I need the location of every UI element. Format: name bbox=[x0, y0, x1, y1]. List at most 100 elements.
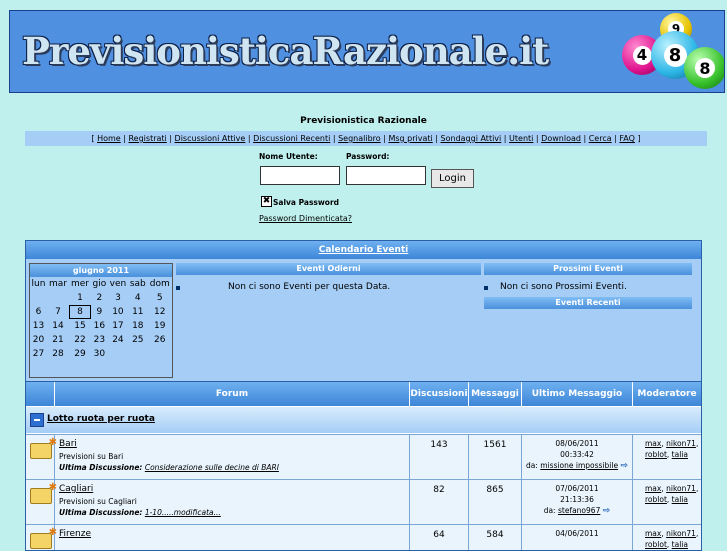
week-row: 13 14 15 16 17 18 19 bbox=[30, 319, 172, 333]
collapse-icon[interactable] bbox=[30, 413, 44, 427]
nav-cerca[interactable]: Cerca bbox=[589, 134, 612, 143]
calendar-day[interactable]: 15 bbox=[69, 319, 91, 333]
calendar-day[interactable]: 29 bbox=[69, 347, 91, 361]
calendar-day[interactable]: 13 bbox=[30, 319, 47, 333]
banner-logo-text: PrevisionisticaRazionale.it bbox=[22, 29, 549, 73]
topics-count: 64 bbox=[410, 524, 469, 550]
week-row: 1 2 3 4 5 bbox=[30, 291, 172, 305]
forum-row: Bari Previsioni su Bari Ultima Discussio… bbox=[26, 434, 701, 479]
calendar-day[interactable]: 12 bbox=[148, 305, 172, 319]
forum-name-link[interactable]: Firenze bbox=[59, 529, 91, 539]
calendar-day[interactable]: 10 bbox=[108, 305, 128, 319]
forum-name-link[interactable]: Cagliari bbox=[59, 484, 93, 494]
site-banner[interactable]: PrevisionisticaRazionale.it 9 4 8 8 bbox=[9, 10, 725, 93]
calendar-day[interactable]: 11 bbox=[128, 305, 147, 319]
last-post-cell: 07/06/2011 21:13:36 da: stefano967 ⇨ bbox=[522, 479, 633, 524]
calendar-day[interactable]: 17 bbox=[108, 319, 128, 333]
calendar-day[interactable]: 24 bbox=[108, 333, 128, 347]
calendar-day[interactable]: 3 bbox=[108, 291, 128, 305]
nav-discussioni-recenti[interactable]: Discussioni Recenti bbox=[253, 134, 330, 143]
last-post-author: da: stefano967 ⇨ bbox=[522, 505, 632, 517]
moderators-cell: max, nikon71, roblot, talia bbox=[633, 479, 701, 524]
calendar-day[interactable]: 9 bbox=[91, 305, 108, 319]
calendar-day[interactable]: 26 bbox=[148, 333, 172, 347]
calendar-day[interactable]: 16 bbox=[91, 319, 108, 333]
forgot-password-link[interactable]: Password Dimenticata? bbox=[259, 214, 352, 223]
moderator-link[interactable]: nikon71 bbox=[666, 439, 696, 448]
forum-name-link[interactable]: Bari bbox=[59, 439, 77, 449]
moderator-link[interactable]: talia bbox=[672, 495, 688, 504]
nav-utenti[interactable]: Utenti bbox=[509, 134, 533, 143]
username-field[interactable] bbox=[260, 166, 340, 185]
posts-count: 865 bbox=[469, 479, 522, 524]
go-to-last-post-icon[interactable]: ⇨ bbox=[620, 461, 628, 472]
moderator-link[interactable]: talia bbox=[672, 450, 688, 459]
nav-home[interactable]: Home bbox=[97, 134, 121, 143]
calendar-day[interactable]: 4 bbox=[128, 291, 147, 305]
nav-faq[interactable]: FAQ bbox=[619, 134, 635, 143]
forum-row: Firenze 64 584 04/06/2011 max, nikon71, … bbox=[26, 524, 701, 550]
login-button[interactable]: Login bbox=[431, 169, 474, 188]
calendar-panel: Calendario Eventi giugno 2011 lun mar me… bbox=[25, 240, 702, 382]
calendar-day[interactable]: 7 bbox=[47, 305, 69, 319]
week-row: 6 7 8 9 10 11 12 bbox=[30, 305, 172, 319]
moderator-link[interactable]: roblot bbox=[645, 495, 667, 504]
calendar-day[interactable]: 25 bbox=[128, 333, 147, 347]
calendar-day-today[interactable]: 8 bbox=[69, 305, 92, 319]
moderator-link[interactable]: roblot bbox=[645, 450, 667, 459]
weekday: ven bbox=[109, 279, 127, 289]
calendar-day[interactable]: 6 bbox=[30, 305, 47, 319]
posts-count: 584 bbox=[469, 524, 522, 550]
topics-count: 82 bbox=[410, 479, 469, 524]
save-password-checkbox[interactable]: ✖ bbox=[261, 196, 272, 207]
moderator-link[interactable]: nikon71 bbox=[666, 484, 696, 493]
calendar-day[interactable]: 22 bbox=[69, 333, 91, 347]
nav-sondaggi-attivi[interactable]: Sondaggi Attivi bbox=[441, 134, 502, 143]
today-events-title: Eventi Odierni bbox=[176, 263, 481, 275]
calendar-day[interactable]: 23 bbox=[91, 333, 108, 347]
last-topic-link[interactable]: Considerazione sulle decine di BARI bbox=[145, 463, 279, 472]
weekday: sab bbox=[129, 279, 146, 289]
calendar-day[interactable]: 21 bbox=[47, 333, 69, 347]
topics-count: 143 bbox=[410, 434, 469, 479]
moderator-link[interactable]: max bbox=[645, 529, 661, 538]
calendar-day[interactable]: 28 bbox=[47, 347, 69, 361]
last-post-user-link[interactable]: stefano967 bbox=[558, 506, 600, 515]
last-topic-link[interactable]: 1-10.....modificata... bbox=[145, 508, 221, 517]
forum-description: Previsioni su Cagliari bbox=[59, 497, 137, 506]
nav-msg-privati[interactable]: Msg privati bbox=[388, 134, 432, 143]
today-events-message: Non ci sono Eventi per questa Data. bbox=[228, 282, 391, 292]
calendar-header: Calendario Eventi bbox=[26, 241, 701, 259]
last-topic-label: Ultima Discussione: bbox=[59, 463, 143, 472]
nav-segnalibro[interactable]: Segnalibro bbox=[338, 134, 381, 143]
nav-download[interactable]: Download bbox=[541, 134, 581, 143]
moderator-link[interactable]: max bbox=[645, 439, 661, 448]
recent-events-title: Eventi Recenti bbox=[484, 297, 692, 309]
moderator-link[interactable]: max bbox=[645, 484, 661, 493]
calendar-day[interactable]: 2 bbox=[91, 291, 108, 305]
today-events-text: Non ci sono Eventi per questa Data. bbox=[176, 282, 481, 292]
calendar-day[interactable]: 14 bbox=[47, 319, 69, 333]
from-label: da: bbox=[543, 506, 556, 515]
last-post-cell: 08/06/2011 00:33:42 da: missione impossi… bbox=[522, 434, 633, 479]
calendar-day[interactable]: 30 bbox=[91, 347, 108, 361]
calendar-day[interactable]: 18 bbox=[128, 319, 147, 333]
calendar-day[interactable]: 19 bbox=[148, 319, 172, 333]
nav-registrati[interactable]: Registrati bbox=[128, 134, 166, 143]
nav-discussioni-attive[interactable]: Discussioni Attive bbox=[175, 134, 246, 143]
site-title: Previsionistica Razionale bbox=[300, 116, 427, 126]
password-field[interactable] bbox=[346, 166, 426, 185]
calendar-month: giugno 2011 bbox=[30, 264, 172, 277]
category-link[interactable]: Lotto ruota per ruota bbox=[47, 414, 155, 424]
go-to-last-post-icon[interactable]: ⇨ bbox=[603, 506, 611, 517]
calendar-day[interactable]: 5 bbox=[148, 291, 172, 305]
calendar-day[interactable]: 27 bbox=[30, 347, 47, 361]
calendar-title-link[interactable]: Calendario Eventi bbox=[319, 245, 409, 255]
calendar-day bbox=[148, 347, 172, 361]
from-label: da: bbox=[525, 461, 538, 470]
last-post-user-link[interactable]: missione impossibile bbox=[540, 461, 618, 470]
calendar-day[interactable]: 20 bbox=[30, 333, 47, 347]
moderator-link[interactable]: nikon71 bbox=[666, 529, 696, 538]
calendar-day bbox=[128, 347, 147, 361]
calendar-day[interactable]: 1 bbox=[69, 291, 91, 305]
